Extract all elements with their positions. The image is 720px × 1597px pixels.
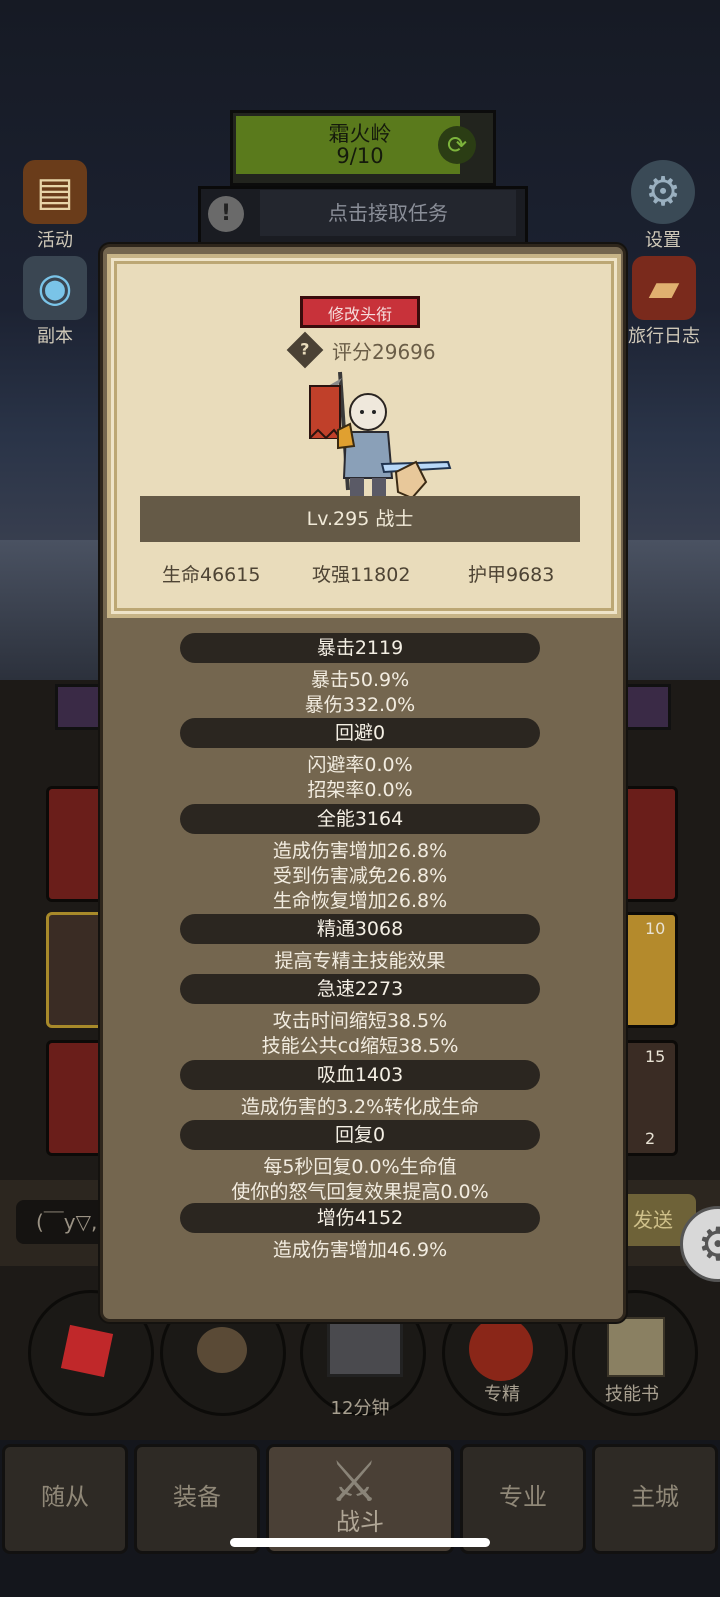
stat-line: 招架率0.0% xyxy=(307,779,413,801)
home-indicator xyxy=(230,1538,490,1547)
stat-header-mastery: 精通3068 xyxy=(180,914,540,944)
stat-line: 提高专精主技能效果 xyxy=(274,950,446,972)
travel-log-button[interactable]: ▰ 旅行日志 xyxy=(616,256,712,348)
slot-count: 15 xyxy=(645,1047,666,1066)
stat-line: 生命恢复增加26.8% xyxy=(272,890,448,912)
stat-line: 闪避率0.0% xyxy=(307,754,413,776)
stat-header-damage-boost: 增伤4152 xyxy=(180,1203,540,1233)
attack-stat: 攻强11802 xyxy=(312,564,411,586)
spec-icon xyxy=(469,1317,533,1381)
refresh-icon[interactable]: ⟳ xyxy=(438,126,476,164)
warrior-sprite xyxy=(309,371,452,500)
stat-header-lifesteal: 吸血1403 xyxy=(180,1060,540,1090)
book-icon: ▰ xyxy=(632,256,696,320)
slot-count: 10 xyxy=(645,919,666,938)
chest-timer: 12分钟 xyxy=(330,1398,390,1419)
stat-line: 造成伤害增加46.9% xyxy=(272,1239,448,1261)
activity-label: 活动 xyxy=(37,230,73,251)
armor-stat: 护甲9683 xyxy=(468,564,555,586)
stat-header-versatility: 全能3164 xyxy=(180,804,540,834)
tab-main-city[interactable]: 主城 xyxy=(592,1444,718,1554)
potion-icon xyxy=(60,1324,114,1378)
settings-label: 设置 xyxy=(645,230,681,251)
travel-log-label: 旅行日志 xyxy=(628,326,700,347)
hp-stat: 生命46615 xyxy=(162,564,261,586)
stat-line: 使你的怒气回复效果提高0.0% xyxy=(231,1181,489,1203)
stat-line: 造成伤害的3.2%转化成生命 xyxy=(240,1096,480,1118)
bag-icon xyxy=(197,1327,247,1373)
stat-line: 造成伤害增加26.8% xyxy=(272,840,448,862)
spec-label: 专精 xyxy=(484,1384,520,1405)
tab-followers[interactable]: 随从 xyxy=(2,1444,128,1554)
score-label: 评分29696 xyxy=(332,340,436,364)
portal-icon: ◉ xyxy=(23,256,87,320)
stat-line: 攻击时间缩短38.5% xyxy=(272,1010,448,1032)
change-title-button[interactable]: 修改头衔 xyxy=(300,296,420,328)
slot-count: 2 xyxy=(645,1129,656,1148)
activity-button[interactable]: ▤ 活动 xyxy=(10,160,100,252)
stat-header-avoidance: 回避0 xyxy=(180,718,540,748)
dungeon-button[interactable]: ◉ 副本 xyxy=(10,256,100,348)
scroll-icon: ▤ xyxy=(23,160,87,224)
skillbook-label: 技能书 xyxy=(605,1384,659,1405)
dungeon-label: 副本 xyxy=(37,326,73,347)
exclamation-icon: ! xyxy=(208,196,244,232)
quest-label[interactable]: 点击接取任务 xyxy=(260,190,516,236)
gear-icon: ⚙ xyxy=(631,160,695,224)
stat-line: 技能公共cd缩短38.5% xyxy=(261,1035,459,1057)
stat-line: 暴伤332.0% xyxy=(304,694,416,716)
stat-line: 暴击50.9% xyxy=(310,669,410,691)
stat-header-regen: 回复0 xyxy=(180,1120,540,1150)
chest-icon xyxy=(327,1319,403,1377)
book-icon xyxy=(607,1317,665,1377)
level-class-bar: Lv.295 战士 xyxy=(140,496,580,542)
stat-line: 每5秒回复0.0%生命值 xyxy=(263,1156,457,1178)
settings-button[interactable]: ⚙ 设置 xyxy=(618,160,708,252)
stat-header-crit: 暴击2119 xyxy=(180,633,540,663)
crossed-swords-icon: ⚔ xyxy=(329,1450,380,1515)
stat-header-haste: 急速2273 xyxy=(180,974,540,1004)
stat-line: 受到伤害减免26.8% xyxy=(272,865,448,887)
